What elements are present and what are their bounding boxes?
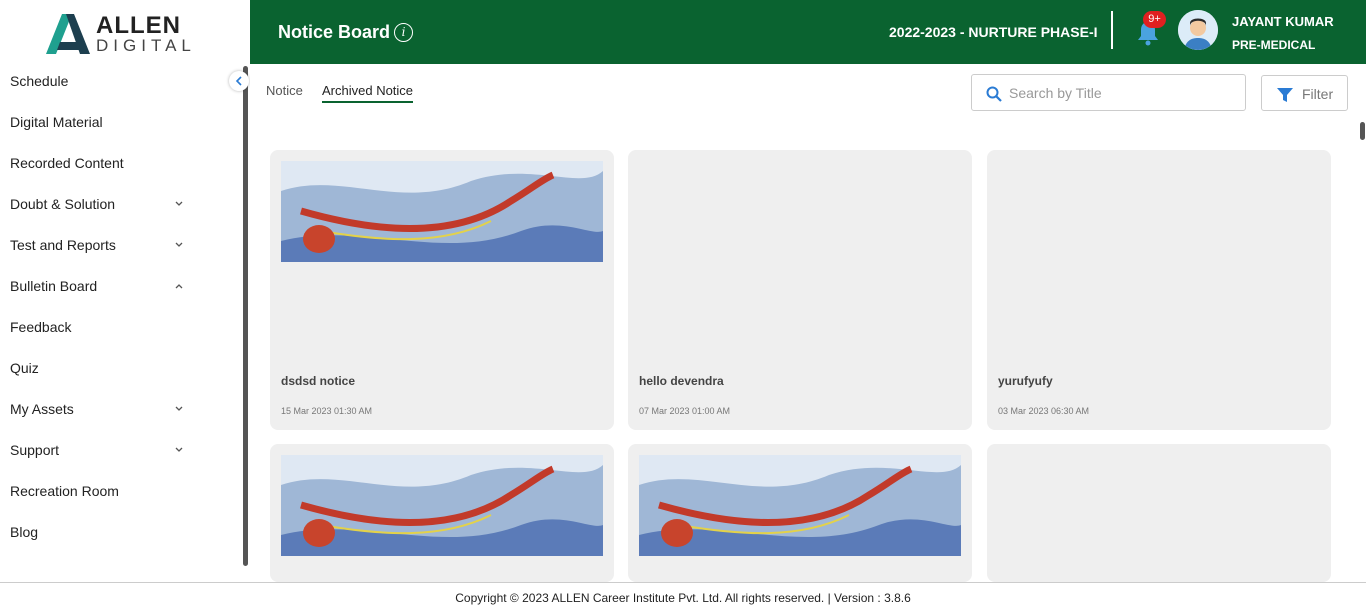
allen-logo-icon [46,14,90,54]
filter-label: Filter [1302,86,1334,102]
notice-title: hello devendra [639,374,724,388]
sidebar-item-label: Digital Material [10,114,103,130]
search-icon [986,86,1002,102]
tab-archived-notice[interactable]: Archived Notice [322,83,414,103]
sidebar: Schedule Digital Material Recorded Conte… [0,64,250,582]
sidebar-item-label: Bulletin Board [10,278,98,294]
tab-notice[interactable]: Notice [266,83,303,98]
notice-image [281,455,603,556]
sidebar-scrollbar[interactable] [243,66,248,566]
search-box [971,74,1246,111]
collapse-sidebar-button[interactable] [229,71,249,91]
sidebar-item-doubt-solution[interactable]: Doubt & Solution [10,196,190,220]
sidebar-item-label: Test and Reports [10,237,116,253]
notice-card[interactable] [270,444,614,582]
notice-image [639,455,961,556]
chevron-down-icon [175,447,183,452]
content-scrollbar[interactable] [1360,122,1365,140]
sidebar-item-recreation-room[interactable]: Recreation Room [10,483,190,507]
sidebar-item-schedule[interactable]: Schedule [10,73,190,97]
session-label[interactable]: 2022-2023 - NURTURE PHASE-I [889,24,1098,40]
filter-button[interactable]: Filter [1261,75,1348,111]
chevron-down-icon [175,406,183,411]
header-divider [1111,11,1113,49]
notice-image [281,161,603,262]
sidebar-item-recorded-content[interactable]: Recorded Content [10,155,190,179]
notice-card[interactable] [987,444,1331,582]
footer: Copyright © 2023 ALLEN Career Institute … [0,582,1366,612]
sidebar-item-label: My Assets [10,401,74,417]
avatar[interactable] [1178,10,1218,50]
search-input[interactable] [1009,83,1237,103]
main-content: Notice Archived Notice Filter dsdsd noti… [250,64,1366,582]
sidebar-item-blog[interactable]: Blog [10,524,190,548]
sidebar-item-quiz[interactable]: Quiz [10,360,190,384]
sidebar-item-label: Recorded Content [10,155,124,171]
sidebar-item-feedback[interactable]: Feedback [10,319,190,343]
chevron-down-icon [175,201,183,206]
notice-date: 07 Mar 2023 01:00 AM [639,406,731,416]
sidebar-item-support[interactable]: Support [10,442,190,466]
sidebar-item-my-assets[interactable]: My Assets [10,401,190,425]
notice-card[interactable]: hello devendra 07 Mar 2023 01:00 AM [628,150,972,430]
user-role: PRE-MEDICAL [1232,38,1316,52]
sidebar-item-label: Support [10,442,60,458]
brand-sub: DIGITAL [96,36,196,55]
page-title: Notice Board [278,22,391,42]
sidebar-item-label: Feedback [10,319,72,335]
sidebar-item-bulletin-board[interactable]: Bulletin Board [10,278,190,302]
logo[interactable]: ALLEN DIGITAL [0,0,250,64]
user-avatar-icon [1178,10,1218,50]
top-bar: Notice Board i 2022-2023 - NURTURE PHASE… [250,0,1366,64]
sidebar-item-label: Blog [10,524,39,540]
sidebar-item-label: Quiz [10,360,39,376]
notice-card[interactable]: yurufyufy 03 Mar 2023 06:30 AM [987,150,1331,430]
chevron-left-icon [235,76,242,86]
sidebar-item-test-reports[interactable]: Test and Reports [10,237,190,261]
chevron-up-icon [175,284,183,289]
user-name: JAYANT KUMAR [1232,14,1334,29]
notice-card[interactable]: dsdsd notice 15 Mar 2023 01:30 AM [270,150,614,430]
sidebar-item-digital-material[interactable]: Digital Material [10,114,190,138]
chevron-down-icon [175,242,183,247]
notification-badge: 9+ [1143,11,1166,28]
info-icon[interactable]: i [394,23,413,42]
notice-card[interactable] [628,444,972,582]
notice-date: 03 Mar 2023 06:30 AM [998,406,1090,416]
sidebar-item-label: Schedule [10,73,69,89]
notice-title: dsdsd notice [281,374,356,388]
notice-title: yurufyufy [998,374,1053,388]
sidebar-item-label: Doubt & Solution [10,196,116,212]
sidebar-item-label: Recreation Room [10,483,119,499]
notice-date: 15 Mar 2023 01:30 AM [281,406,373,416]
filter-icon [1277,88,1293,102]
